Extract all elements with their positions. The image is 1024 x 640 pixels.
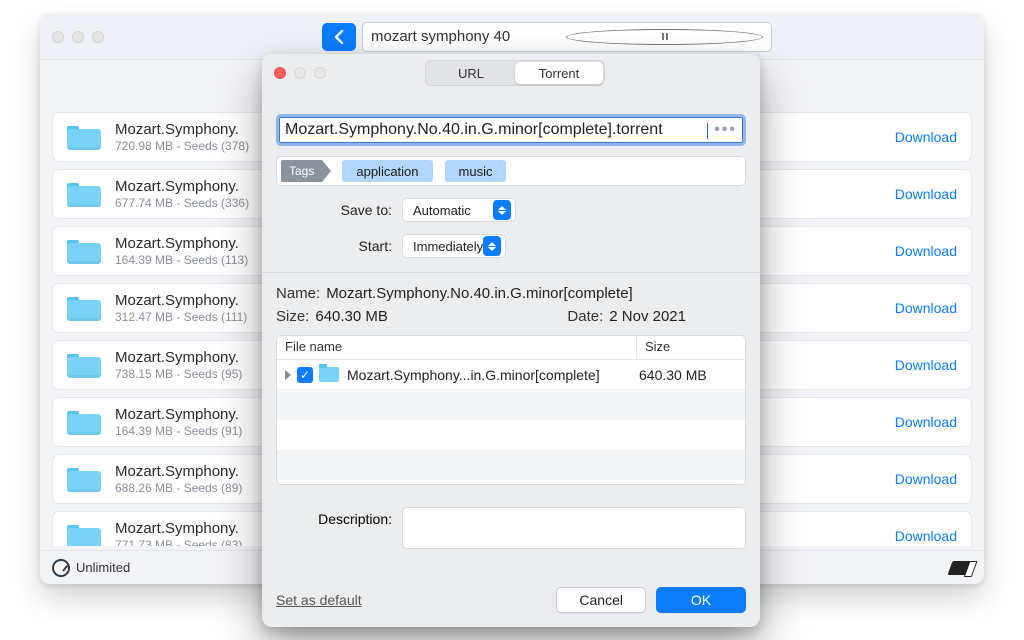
file-table-header: File name Size [277, 336, 745, 360]
speed-label: Unlimited [76, 560, 130, 575]
eraser-icon[interactable] [947, 561, 974, 575]
search-input-text: mozart symphony 40 [371, 28, 566, 45]
download-button[interactable]: Download [895, 357, 957, 373]
stepper-arrows-icon [483, 236, 501, 256]
folder-icon [67, 124, 101, 150]
tag-chip[interactable]: music [445, 160, 507, 182]
col-filename[interactable]: File name [277, 336, 637, 359]
result-title: Mozart.Symphony. [115, 406, 275, 423]
file-table-row[interactable]: ✓ Mozart.Symphony...in.G.minor[complete]… [277, 360, 745, 390]
dialog-zoom-icon [314, 67, 326, 79]
folder-icon [67, 352, 101, 378]
tags-field[interactable]: Tags application music [276, 156, 746, 186]
stepper-arrows-icon [493, 200, 511, 220]
torrent-meta: Name: Mozart.Symphony.No.40.in.G.minor[c… [276, 273, 746, 335]
ok-button[interactable]: OK [656, 587, 746, 613]
dialog-minimize-icon [294, 67, 306, 79]
file-row-name: Mozart.Symphony...in.G.minor[complete] [347, 367, 639, 383]
size-label: Size: [276, 308, 309, 325]
dialog-footer: Set as default Cancel OK [262, 575, 760, 627]
name-label: Name: [276, 285, 320, 302]
start-value: Immediately [413, 239, 483, 254]
folder-icon [67, 181, 101, 207]
start-label: Start: [276, 238, 402, 254]
save-to-value: Automatic [413, 203, 471, 218]
traffic-lights [52, 31, 104, 43]
result-title: Mozart.Symphony. [115, 349, 275, 366]
date-value: 2 Nov 2021 [609, 308, 686, 325]
download-button[interactable]: Download [895, 414, 957, 430]
add-torrent-dialog: URL Torrent Mozart.Symphony.No.40.in.G.m… [262, 54, 760, 627]
tab-url[interactable]: URL [427, 62, 515, 84]
tags-label: Tags [281, 160, 322, 182]
torrent-file-field[interactable]: Mozart.Symphony.No.40.in.G.minor[complet… [276, 114, 746, 146]
download-button[interactable]: Download [895, 300, 957, 316]
pause-icon[interactable] [566, 29, 763, 45]
folder-icon [67, 466, 101, 492]
dialog-close-icon[interactable] [274, 67, 286, 79]
save-to-label: Save to: [276, 202, 402, 218]
tag-chip[interactable]: application [342, 160, 432, 182]
download-button[interactable]: Download [895, 129, 957, 145]
cancel-button[interactable]: Cancel [556, 587, 646, 613]
col-size[interactable]: Size [637, 336, 745, 359]
download-button[interactable]: Download [895, 528, 957, 544]
description-label: Description: [276, 507, 402, 527]
download-button[interactable]: Download [895, 471, 957, 487]
description-field[interactable] [402, 507, 746, 549]
result-title: Mozart.Symphony. [115, 292, 275, 309]
file-table-empty-row [277, 450, 745, 480]
chevron-right-icon[interactable] [285, 370, 291, 380]
folder-icon [67, 295, 101, 321]
result-title: Mozart.Symphony. [115, 121, 275, 138]
date-label: Date: [567, 308, 603, 325]
result-title: Mozart.Symphony. [115, 178, 275, 195]
window-close-icon[interactable] [52, 31, 64, 43]
result-title: Mozart.Symphony. [115, 520, 275, 537]
speedometer-icon[interactable] [52, 559, 70, 577]
dialog-traffic-lights [274, 67, 326, 79]
more-icon[interactable]: ••• [714, 121, 737, 139]
size-value: 640.30 MB [315, 308, 388, 325]
file-row-size: 640.30 MB [639, 367, 739, 383]
file-table-empty-row [277, 390, 745, 420]
result-title: Mozart.Symphony. [115, 235, 275, 252]
set-as-default-link[interactable]: Set as default [276, 592, 362, 608]
window-minimize-icon[interactable] [72, 31, 84, 43]
result-title: Mozart.Symphony. [115, 463, 275, 480]
tab-torrent[interactable]: Torrent [515, 62, 603, 84]
source-segmented-control: URL Torrent [425, 60, 605, 86]
torrent-file-value: Mozart.Symphony.No.40.in.G.minor[complet… [285, 121, 708, 139]
file-table: File name Size ✓ Mozart.Symphony...in.G.… [276, 335, 746, 485]
folder-icon [67, 238, 101, 264]
name-value: Mozart.Symphony.No.40.in.G.minor[complet… [326, 285, 633, 302]
file-table-empty-row [277, 420, 745, 450]
folder-icon [67, 409, 101, 435]
checkbox-checked-icon[interactable]: ✓ [297, 367, 313, 383]
start-select[interactable]: Immediately [402, 234, 506, 258]
chevron-left-icon [333, 30, 345, 44]
save-to-select[interactable]: Automatic [402, 198, 516, 222]
folder-icon [67, 523, 101, 546]
back-button[interactable] [322, 23, 356, 51]
dialog-titlebar: URL Torrent [262, 54, 760, 92]
window-zoom-icon[interactable] [92, 31, 104, 43]
folder-icon [319, 367, 339, 382]
download-button[interactable]: Download [895, 186, 957, 202]
download-button[interactable]: Download [895, 243, 957, 259]
search-input[interactable]: mozart symphony 40 [362, 22, 772, 52]
